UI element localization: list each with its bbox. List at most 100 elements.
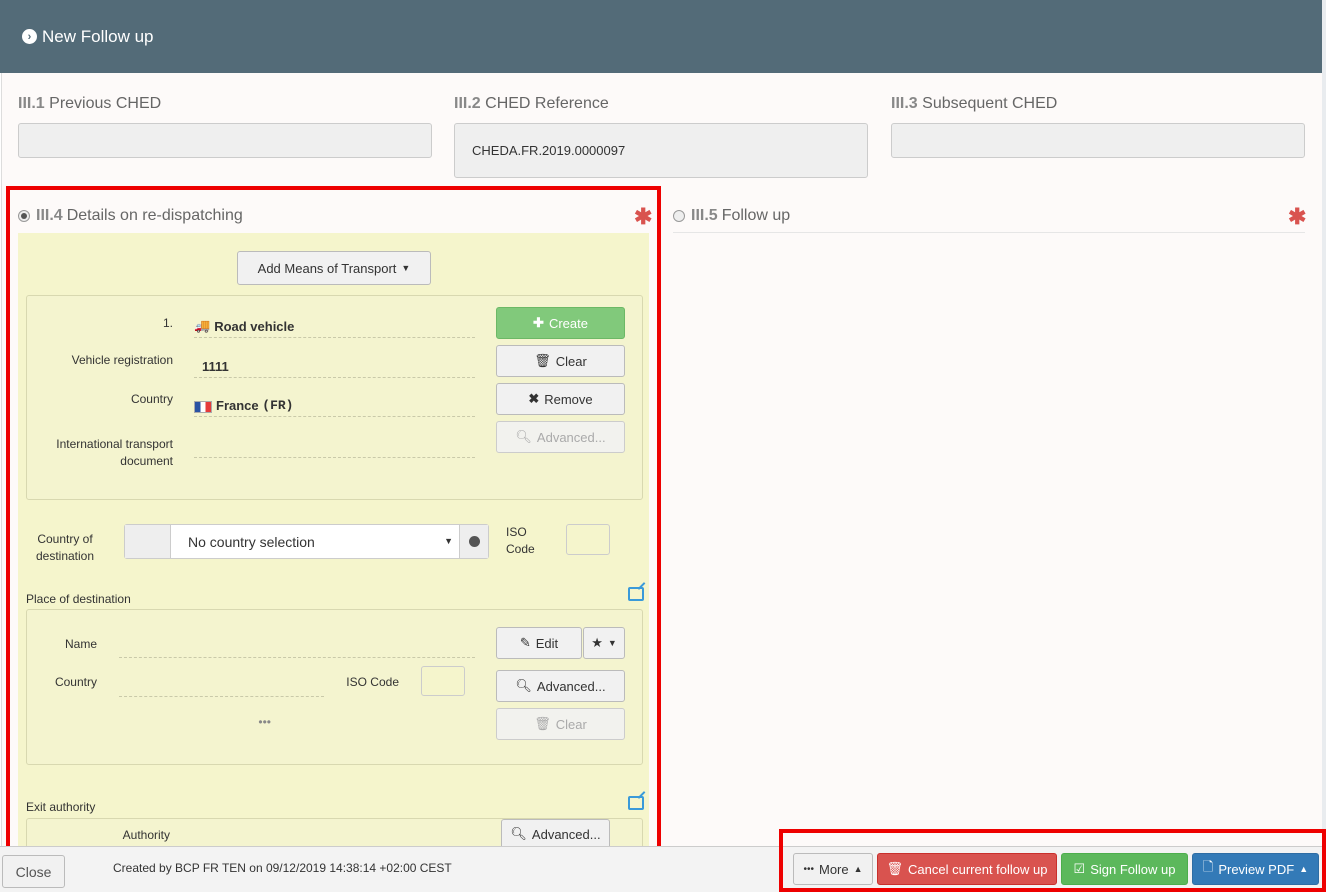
sign-follow-up-button[interactable]: ☑ Sign Follow up <box>1061 853 1188 885</box>
clear-label: Clear <box>555 353 587 369</box>
country-select[interactable]: No country selection ▼ <box>171 525 459 558</box>
advanced-label: Advanced... <box>536 429 606 445</box>
more-dots[interactable]: ••• <box>251 715 271 729</box>
redispatch-panel: Add Means of Transport ▼ 1. 🚚 Road vehicl… <box>18 233 649 846</box>
transport-panel: 1. 🚚 Road vehicle Vehicle registration 11… <box>26 295 643 500</box>
authority-advanced-button[interactable]: 🔍︎ Advanced... <box>501 819 610 846</box>
remove-label: Remove <box>544 391 593 407</box>
trash-icon: 🗑 <box>534 353 551 368</box>
modal-footer: Close Created by BCP FR TEN on 09/12/201… <box>0 846 1322 892</box>
itd-label: International transport document <box>56 437 173 468</box>
search-icon: 🔍︎ <box>510 826 527 841</box>
trash-icon: 🗑 <box>534 716 551 731</box>
more-button[interactable]: ••• More ▲ <box>793 853 873 885</box>
place-clear-button[interactable]: 🗑 Clear <box>496 708 625 740</box>
previous-ched-field: III.1 Previous CHED <box>18 95 432 158</box>
subsequent-ched-number: III.3 <box>891 95 918 112</box>
place-name-value <box>119 628 475 658</box>
place-name-label: Name <box>64 637 97 651</box>
redispatch-title: Details on re-dispatching <box>66 207 243 224</box>
place-of-destination-label: Place of destination <box>26 592 131 606</box>
add-means-of-transport-button[interactable]: Add Means of Transport ▼ <box>237 251 431 285</box>
edit-icon[interactable] <box>628 796 644 810</box>
iso-code-label: ISO Code <box>506 525 535 556</box>
ellipsis-icon: ••• <box>803 863 814 875</box>
required-asterisk-icon: ✱ <box>1288 204 1307 229</box>
iso-code-field[interactable] <box>566 524 610 555</box>
ched-reference-number: III.2 <box>454 95 481 112</box>
ched-reference-field: III.2 CHED Reference CHEDA.FR.2019.00000… <box>454 95 868 178</box>
exit-authority-panel: Authority 🔍︎ Advanced... <box>26 818 643 846</box>
caret-up-icon: ▲ <box>853 864 863 874</box>
edit-label: Edit <box>535 635 559 651</box>
subsequent-ched-field: III.3 Subsequent CHED <box>891 95 1305 158</box>
follow-up-title: Follow up <box>721 207 791 224</box>
place-country-value <box>119 667 324 697</box>
transport-type-value: 🚚 Road vehicle <box>194 306 475 338</box>
previous-ched-label: Previous CHED <box>49 95 162 112</box>
advanced-button[interactable]: 🔍︎ Advanced... <box>496 421 625 453</box>
france-flag-icon <box>194 401 212 413</box>
chevron-circle-right-icon: › <box>22 29 37 44</box>
place-advanced-label: Advanced... <box>536 678 606 694</box>
modal-body: III.1 Previous CHED III.2 CHED Reference… <box>1 73 1322 846</box>
search-icon: 🔍︎ <box>515 678 532 693</box>
times-icon: ✖ <box>528 391 540 406</box>
redispatch-radio[interactable] <box>18 210 30 222</box>
preview-pdf-button[interactable]: 🗋 Preview PDF ▲ <box>1192 853 1319 885</box>
scrollbar-track[interactable] <box>1322 0 1326 892</box>
search-icon: 🔍︎ <box>515 429 532 444</box>
globe-button[interactable] <box>459 525 488 558</box>
add-means-of-transport-label: Add Means of Transport <box>257 260 397 276</box>
authority-label: Authority <box>122 828 170 842</box>
country-select-value: No country selection <box>188 533 315 550</box>
star-icon: ★ <box>591 635 603 650</box>
redispatch-section-header: III.4 Details on re-dispatching <box>18 207 243 225</box>
truck-icon: 🚚 <box>194 318 211 333</box>
country-code: (FR) <box>262 398 294 413</box>
vehicle-registration-label: Vehicle registration <box>71 353 173 367</box>
place-iso-code-label: ISO Code <box>346 675 399 689</box>
edit-icon[interactable] <box>628 587 644 601</box>
flag-placeholder <box>125 525 171 558</box>
modal-header: › New Follow up <box>0 0 1322 73</box>
trash-icon: 🗑 <box>886 861 904 876</box>
subsequent-ched-value <box>891 123 1305 158</box>
close-button[interactable]: Close <box>2 855 65 888</box>
modal-title: New Follow up <box>42 26 154 46</box>
country-label: Country <box>130 392 173 406</box>
favorites-dropdown-button[interactable]: ★ ▼ <box>583 627 625 659</box>
place-of-destination-panel: Name Country ISO Code ••• ✎ Edit ★ ▼ 🔍︎ … <box>26 609 643 765</box>
place-clear-label: Clear <box>555 716 587 732</box>
section-divider <box>673 232 1305 233</box>
more-label: More <box>818 861 849 877</box>
transport-index: 1. <box>162 316 173 330</box>
sign-follow-up-label: Sign Follow up <box>1090 861 1176 877</box>
itd-value <box>194 426 475 458</box>
remove-button[interactable]: ✖ Remove <box>496 383 625 415</box>
follow-up-number: III.5 <box>691 207 718 224</box>
create-button[interactable]: ✚ Create <box>496 307 625 339</box>
created-info: Created by BCP FR TEN on 09/12/2019 14:3… <box>113 861 452 875</box>
clear-button[interactable]: 🗑 Clear <box>496 345 625 377</box>
plus-icon: ✚ <box>533 315 544 330</box>
exit-authority-label: Exit authority <box>26 800 96 814</box>
redispatch-number: III.4 <box>36 207 63 224</box>
caret-up-icon: ▲ <box>1299 864 1309 874</box>
ched-reference-label: CHED Reference <box>485 95 609 112</box>
ched-reference-value: CHEDA.FR.2019.0000097 <box>454 123 868 178</box>
authority-advanced-label: Advanced... <box>531 826 601 842</box>
globe-icon <box>468 536 480 547</box>
country-of-destination-select[interactable]: No country selection ▼ <box>124 524 489 559</box>
place-advanced-button[interactable]: 🔍︎ Advanced... <box>496 670 625 702</box>
close-label: Close <box>15 863 52 880</box>
transport-type: Road vehicle <box>214 319 295 334</box>
edit-button[interactable]: ✎ Edit <box>496 627 582 659</box>
country-of-destination-label: Country of destination <box>35 532 95 563</box>
vehicle-registration-value: 1111 <box>194 346 475 378</box>
preview-pdf-label: Preview PDF <box>1218 861 1295 877</box>
follow-up-radio[interactable] <box>673 210 685 222</box>
cancel-follow-up-button[interactable]: 🗑 Cancel current follow up <box>877 853 1057 885</box>
place-iso-code-field[interactable] <box>421 666 465 696</box>
follow-up-section-header: III.5 Follow up <box>673 207 790 225</box>
